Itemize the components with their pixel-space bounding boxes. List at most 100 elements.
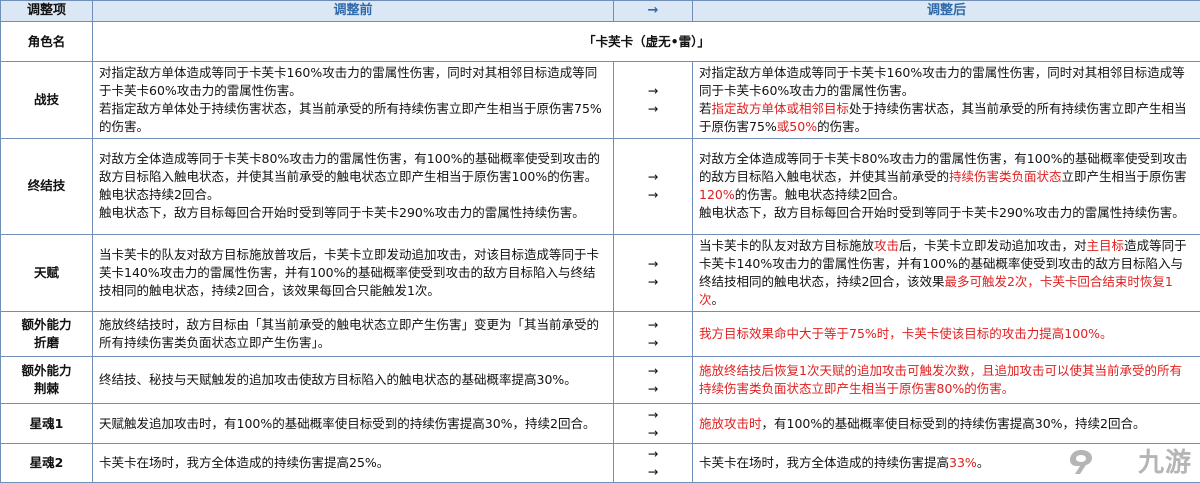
highlight-text: 或50% xyxy=(776,118,818,134)
text-segment: 对指定敌方单体造成等同于卡芙卡160%攻击力的雷属性伤害，同时对其相邻目标造成等… xyxy=(699,64,1185,98)
header-after: 调整后 xyxy=(692,0,1200,23)
arrow-icon: → xyxy=(647,100,659,116)
text-segment: 对敌方全体造成等同于卡芙卡80%攻击力的雷属性伤害，有100%的基础概率使受到攻… xyxy=(99,151,601,203)
text-segment: 天赋触发追加攻击时，有100%的基础概率使目标受到的持续伤害提高30%，持续2回… xyxy=(99,415,596,431)
before-text: 天赋触发追加攻击时，有100%的基础概率使目标受到的持续伤害提高30%，持续2回… xyxy=(92,402,614,445)
arrow-icon: → xyxy=(647,446,659,462)
arrow-cell: → → xyxy=(613,443,693,483)
adjustment-comparison-table: 调整项 调整前 → 调整后 角色名 「卡芙卡（虚无•雷）」 战技 对指定敌方单体造… xyxy=(0,0,1200,483)
paragraph: 施放终结技后恢复1次天赋的追加攻击可触发次数，且追加攻击可以使其当前承受的所有持… xyxy=(699,362,1194,398)
table-row: 星魂1 天赋触发追加攻击时，有100%的基础概率使目标受到的持续伤害提高30%，持… xyxy=(0,402,1200,445)
text-segment: 的伤害。触电状态持续2回合。 xyxy=(734,187,906,203)
after-text: 我方目标效果命中大于等于75%时，卡芙卡使该目标的攻击力提高100%。 xyxy=(692,310,1200,358)
character-name: 「卡芙卡（虚无•雷）」 xyxy=(92,21,1200,62)
table-header-row: 调整项 调整前 → 调整后 xyxy=(0,0,1200,23)
paragraph: 若指定敌方单体处于持续伤害状态，其当前承受的所有持续伤害立即产生相当于原伤害75… xyxy=(99,100,607,136)
text-segment: 的伤害。 xyxy=(817,118,868,134)
header-item: 调整项 xyxy=(0,0,93,23)
after-text: 当卡芙卡的队友对敌方目标施放攻击后，卡芙卡立即发动追加攻击，对主目标造成等同于卡… xyxy=(692,233,1200,312)
before-text: 施放终结技时，敌方目标由「其当前承受的触电状态立即产生伤害」变更为「其当前承受的… xyxy=(92,310,614,358)
arrow-icon: → xyxy=(647,406,659,422)
table-row: 天赋 当卡芙卡的队友对敌方目标施放普攻后，卡芙卡立即发动追加攻击，对该目标造成等同… xyxy=(0,233,1200,312)
text-segment: 对指定敌方单体造成等同于卡芙卡160%攻击力的雷属性伤害，同时对其相邻目标造成等… xyxy=(99,64,598,98)
arrow-icon: → xyxy=(647,363,659,379)
row-label: 额外能力 折磨 xyxy=(0,310,93,358)
table-row: 星魂2 卡芙卡在场时，我方全体造成的持续伤害提高25%。 → → 卡芙卡在场时，我方全体… xyxy=(0,443,1200,483)
before-text: 终结技、秘技与天赋触发的追加攻击使敌方目标陷入的触电状态的基础概率提高30%。 xyxy=(92,356,614,404)
after-text: 卡芙卡在场时，我方全体造成的持续伤害提高33%。 xyxy=(692,443,1200,483)
paragraph: 我方目标效果命中大于等于75%时，卡芙卡使该目标的攻击力提高100%。 xyxy=(699,325,1194,343)
arrow-cell: → → xyxy=(613,356,693,404)
table-row: 额外能力 折磨 施放终结技时，敌方目标由「其当前承受的触电状态立即产生伤害」变更为「… xyxy=(0,310,1200,358)
row-label: 星魂1 xyxy=(0,402,93,445)
arrow-icon: → xyxy=(647,169,659,185)
arrow-icon: → xyxy=(647,381,659,397)
paragraph: 施放终结技时，敌方目标由「其当前承受的触电状态立即产生伤害」变更为「其当前承受的… xyxy=(99,316,607,352)
text-segment: 触电状态下，敌方目标每回合开始时受到等同于卡芙卡290%攻击力的雷属性持续伤害。 xyxy=(99,205,585,221)
header-arrow: → xyxy=(613,0,693,23)
row-label: 终结技 xyxy=(0,137,93,235)
highlight-text: 施放攻击时 xyxy=(699,415,762,431)
highlight-text: 我方目标效果命中大于等于75%时，卡芙卡使该目标的攻击力提高100%。 xyxy=(699,326,1113,342)
paragraph: 对敌方全体造成等同于卡芙卡80%攻击力的雷属性伤害，有100%的基础概率使受到攻… xyxy=(699,150,1194,204)
arrow-cell: → → xyxy=(613,233,693,312)
paragraph: 天赋触发追加攻击时，有100%的基础概率使目标受到的持续伤害提高30%，持续2回… xyxy=(99,415,607,433)
arrow-icon: → xyxy=(647,273,659,289)
arrow-icon: → xyxy=(647,82,659,98)
arrow-icon: → xyxy=(647,255,659,271)
table-row: 额外能力 荆棘 终结技、秘技与天赋触发的追加攻击使敌方目标陷入的触电状态的基础概率提… xyxy=(0,356,1200,404)
arrow-cell: → → xyxy=(613,402,693,445)
text-segment: 若 xyxy=(699,100,712,116)
paragraph: 终结技、秘技与天赋触发的追加攻击使敌方目标陷入的触电状态的基础概率提高30%。 xyxy=(99,371,607,389)
highlight-text: 攻击 xyxy=(874,237,900,253)
paragraph: 当卡芙卡的队友对敌方目标施放普攻后，卡芙卡立即发动追加攻击，对该目标造成等同于卡… xyxy=(99,246,607,300)
before-text: 卡芙卡在场时，我方全体造成的持续伤害提高25%。 xyxy=(92,443,614,483)
arrow-cell: → → xyxy=(613,60,693,139)
paragraph: 对指定敌方单体造成等同于卡芙卡160%攻击力的雷属性伤害，同时对其相邻目标造成等… xyxy=(699,64,1194,100)
before-text: 对敌方全体造成等同于卡芙卡80%攻击力的雷属性伤害，有100%的基础概率使受到攻… xyxy=(92,137,614,235)
character-label: 角色名 xyxy=(0,21,93,62)
arrow-icon: → xyxy=(647,317,659,333)
text-segment: 后，卡芙卡立即发动追加攻击，对 xyxy=(899,237,1087,253)
after-text: 对敌方全体造成等同于卡芙卡80%攻击力的雷属性伤害，有100%的基础概率使受到攻… xyxy=(692,137,1200,235)
paragraph: 对指定敌方单体造成等同于卡芙卡160%攻击力的雷属性伤害，同时对其相邻目标造成等… xyxy=(99,64,607,100)
paragraph: 若指定敌方单体或相邻目标处于持续伤害状态，其当前承受的所有持续伤害立即产生相当于… xyxy=(699,100,1194,136)
header-before: 调整前 xyxy=(92,0,614,23)
text-segment: 卡芙卡在场时，我方全体造成的持续伤害提高 xyxy=(699,455,950,471)
arrow-cell: → → xyxy=(613,137,693,235)
text-segment: 若指定敌方单体处于持续伤害状态，其当前承受的所有持续伤害立即产生相当于原伤害75… xyxy=(99,100,602,134)
paragraph: 卡芙卡在场时，我方全体造成的持续伤害提高33%。 xyxy=(699,454,1194,472)
row-label: 战技 xyxy=(0,60,93,139)
table-row: 终结技 对敌方全体造成等同于卡芙卡80%攻击力的雷属性伤害，有100%的基础概率使… xyxy=(0,137,1200,235)
highlight-text: 指定敌方单体或相邻目标 xyxy=(711,100,850,116)
text-segment: 施放终结技时，敌方目标由「其当前承受的触电状态立即产生伤害」变更为「其当前承受的… xyxy=(99,317,600,351)
row-label: 星魂2 xyxy=(0,443,93,483)
arrow-icon: → xyxy=(647,187,659,203)
before-text: 对指定敌方单体造成等同于卡芙卡160%攻击力的雷属性伤害，同时对其相邻目标造成等… xyxy=(92,60,614,139)
paragraph: 卡芙卡在场时，我方全体造成的持续伤害提高25%。 xyxy=(99,454,607,472)
text-segment: 卡芙卡在场时，我方全体造成的持续伤害提高25%。 xyxy=(99,455,390,471)
highlight-text: 施放终结技后恢复1次天赋的追加攻击可触发次数，且追加攻击可以使其当前承受的所有持… xyxy=(699,363,1182,397)
arrow-cell: → → xyxy=(613,310,693,358)
text-segment: 当卡芙卡的队友对敌方目标施放 xyxy=(699,237,875,253)
text-segment: 当卡芙卡的队友对敌方目标施放普攻后，卡芙卡立即发动追加攻击，对该目标造成等同于卡… xyxy=(99,246,600,298)
after-text: 对指定敌方单体造成等同于卡芙卡160%攻击力的雷属性伤害，同时对其相邻目标造成等… xyxy=(692,60,1200,139)
jiuyou-logo-icon xyxy=(1070,450,1092,474)
highlight-text: 33% xyxy=(949,455,977,471)
table-body: 战技 对指定敌方单体造成等同于卡芙卡160%攻击力的雷属性伤害，同时对其相邻目标造… xyxy=(0,60,1200,483)
after-text: 施放攻击时，有100%的基础概率使目标受到的持续伤害提高30%，持续2回合。 xyxy=(692,402,1200,445)
paragraph: 触电状态下，敌方目标每回合开始时受到等同于卡芙卡290%攻击力的雷属性持续伤害。 xyxy=(699,204,1194,222)
arrow-icon: → xyxy=(647,424,659,440)
row-label: 天赋 xyxy=(0,233,93,312)
highlight-text: 120% xyxy=(699,187,735,203)
table-row: 战技 对指定敌方单体造成等同于卡芙卡160%攻击力的雷属性伤害，同时对其相邻目标造… xyxy=(0,60,1200,139)
paragraph: 触电状态下，敌方目标每回合开始时受到等同于卡芙卡290%攻击力的雷属性持续伤害。 xyxy=(99,204,607,222)
paragraph: 施放攻击时，有100%的基础概率使目标受到的持续伤害提高30%，持续2回合。 xyxy=(699,415,1194,433)
text-segment: ，有100%的基础概率使目标受到的持续伤害提高30%，持续2回合。 xyxy=(761,415,1146,431)
before-text: 当卡芙卡的队友对敌方目标施放普攻后，卡芙卡立即发动追加攻击，对该目标造成等同于卡… xyxy=(92,233,614,312)
text-segment: 立即产生相当于原伤害 xyxy=(1061,169,1187,185)
highlight-text: 持续伤害类负面状态 xyxy=(949,169,1062,185)
arrow-icon: → xyxy=(647,335,659,351)
watermark-text: 九游 xyxy=(1137,448,1192,478)
row-label: 额外能力 荆棘 xyxy=(0,356,93,404)
